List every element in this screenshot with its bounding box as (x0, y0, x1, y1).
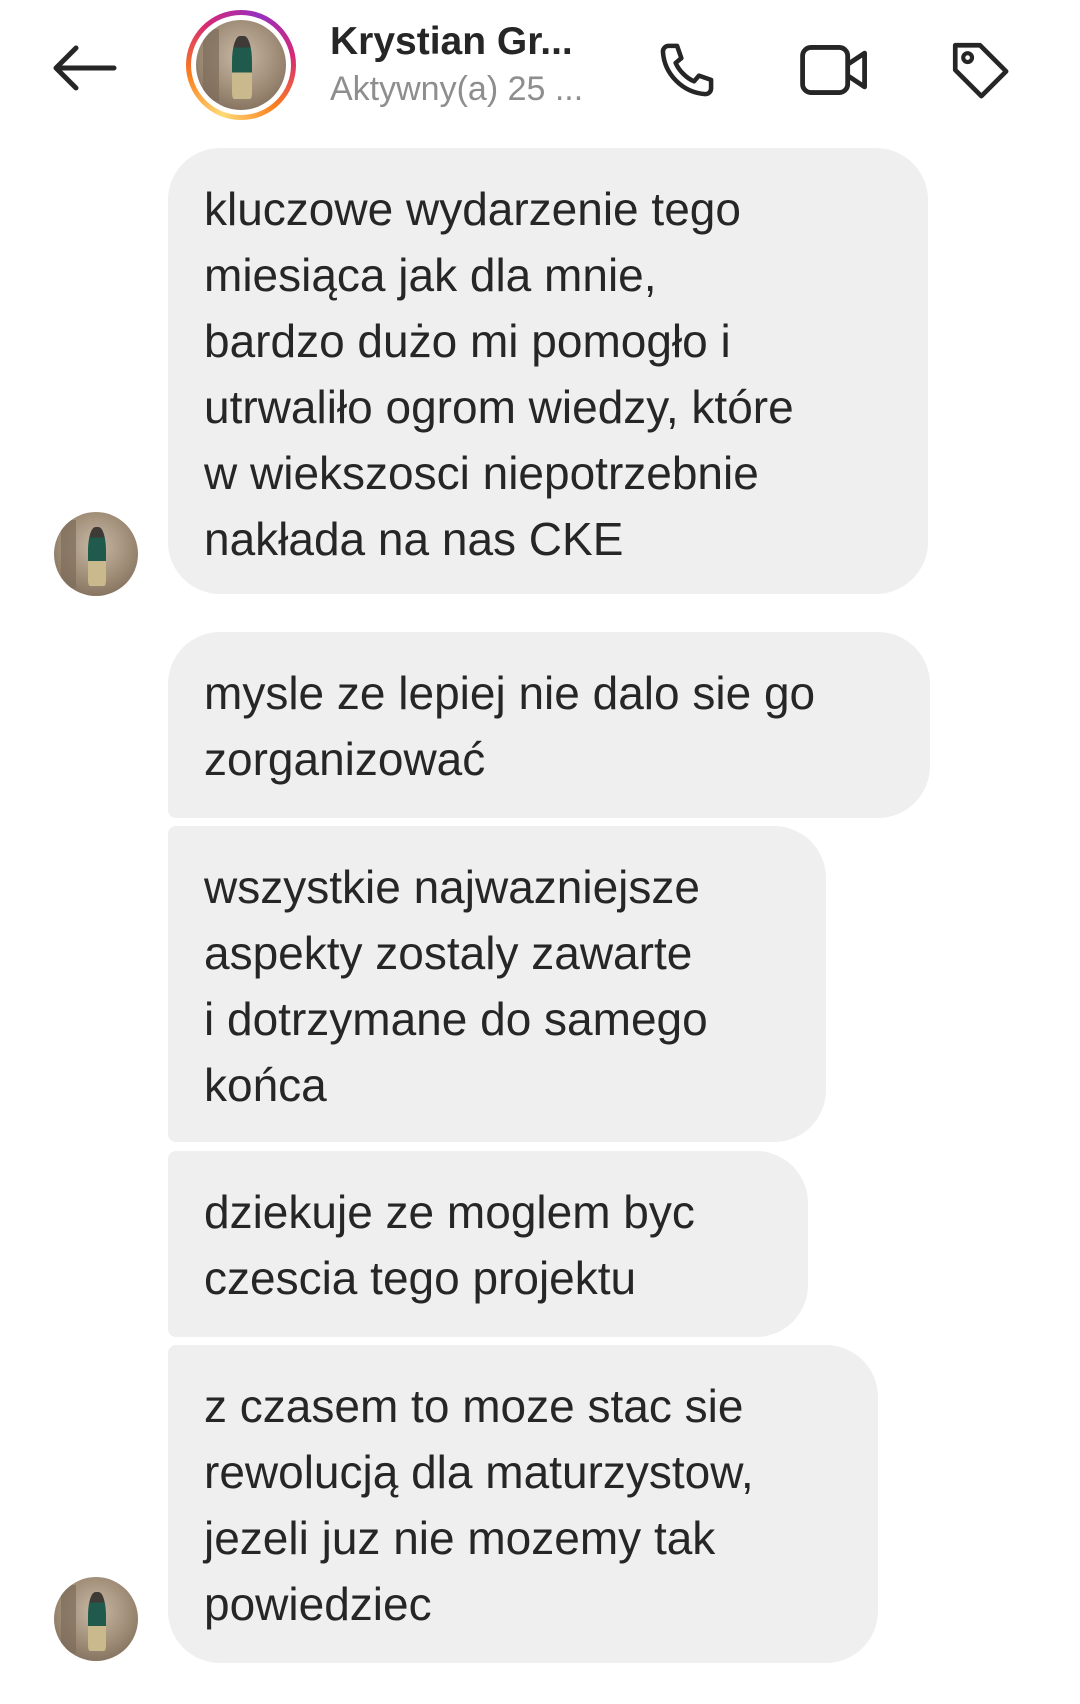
back-button[interactable] (38, 28, 128, 108)
call-button[interactable] (645, 28, 729, 112)
tag-icon (952, 42, 1009, 99)
contact-status: Aktywny(a) 25 ... (330, 70, 584, 108)
sender-avatar[interactable] (54, 1577, 138, 1661)
message-bubble[interactable]: z czasem to moze stac sie rewolucją dla … (168, 1345, 878, 1663)
message-bubble[interactable]: kluczowe wydarzenie tego miesiąca jak dl… (168, 148, 928, 594)
video-camera-icon (800, 45, 867, 95)
avatar (54, 512, 138, 596)
contact-avatar[interactable] (186, 10, 296, 120)
arrow-left-icon (53, 45, 117, 91)
message-bubble[interactable]: wszystkie najwazniejsze aspekty zostaly … (168, 826, 826, 1142)
sender-avatar[interactable] (54, 512, 138, 596)
contact-name: Krystian Gr... (330, 20, 573, 63)
message-bubble[interactable]: dziekuje ze moglem byc czescia tego proj… (168, 1151, 808, 1337)
contact-info[interactable]: Krystian Gr... Aktywny(a) 25 ... (330, 20, 610, 109)
chat-header: Krystian Gr... Aktywny(a) 25 ... (0, 0, 1080, 140)
chat-screen: Krystian Gr... Aktywny(a) 25 ... kluczow… (0, 0, 1080, 1704)
message-bubble[interactable]: mysle ze lepiej nie dalo sie go zorganiz… (168, 632, 930, 818)
video-call-button[interactable] (793, 28, 877, 112)
avatar (196, 20, 286, 110)
tag-button[interactable] (938, 28, 1022, 112)
avatar (54, 1577, 138, 1661)
phone-icon (660, 43, 714, 97)
